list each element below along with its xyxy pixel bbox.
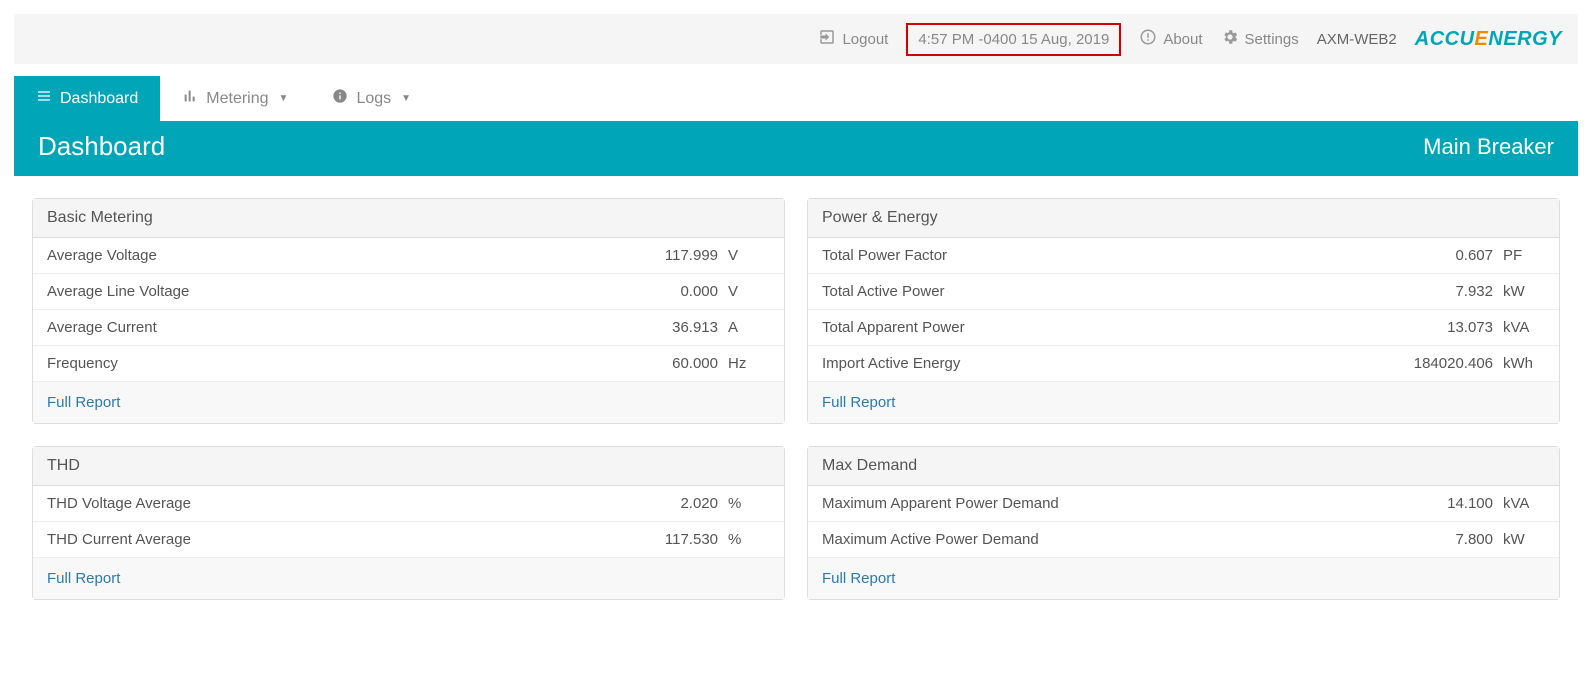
metric-value: 60.000 bbox=[628, 355, 728, 372]
metric-value: 36.913 bbox=[628, 319, 728, 336]
logout-button[interactable]: Logout bbox=[818, 28, 888, 50]
bar-chart-icon bbox=[182, 88, 198, 109]
metric-label: Average Line Voltage bbox=[47, 283, 628, 300]
table-row: Import Active Energy 184020.406 kWh bbox=[808, 346, 1559, 382]
panel-footer: Full Report bbox=[33, 382, 784, 423]
table-row: Total Power Factor 0.607 PF bbox=[808, 238, 1559, 274]
metric-unit: kW bbox=[1503, 531, 1545, 548]
metric-value: 14.100 bbox=[1403, 495, 1503, 512]
panel-max-demand: Max Demand Maximum Apparent Power Demand… bbox=[807, 446, 1560, 600]
datetime-display: 4:57 PM -0400 15 Aug, 2019 bbox=[906, 23, 1121, 56]
metric-label: Import Active Energy bbox=[822, 355, 1403, 372]
metric-label: Total Apparent Power bbox=[822, 319, 1403, 336]
tab-logs-label: Logs bbox=[356, 90, 391, 108]
table-row: THD Current Average 117.530 % bbox=[33, 522, 784, 558]
table-row: Total Apparent Power 13.073 kVA bbox=[808, 310, 1559, 346]
device-name: AXM-WEB2 bbox=[1317, 31, 1397, 48]
settings-button[interactable]: Settings bbox=[1221, 28, 1299, 50]
settings-label: Settings bbox=[1245, 31, 1299, 48]
tab-logs[interactable]: Logs ▼ bbox=[310, 76, 433, 121]
panel-footer: Full Report bbox=[33, 558, 784, 599]
panel-title: Power & Energy bbox=[808, 199, 1559, 238]
table-row: Total Active Power 7.932 kW bbox=[808, 274, 1559, 310]
metric-value: 117.530 bbox=[628, 531, 728, 548]
top-bar: Logout 4:57 PM -0400 15 Aug, 2019 About … bbox=[14, 14, 1578, 64]
logout-label: Logout bbox=[842, 31, 888, 48]
metric-unit: kVA bbox=[1503, 495, 1545, 512]
metric-unit: kWh bbox=[1503, 355, 1545, 372]
metric-label: Total Power Factor bbox=[822, 247, 1403, 264]
metric-unit: % bbox=[728, 495, 770, 512]
gear-icon bbox=[1221, 28, 1239, 50]
table-row: Maximum Active Power Demand 7.800 kW bbox=[808, 522, 1559, 558]
nav-tabs: Dashboard Metering ▼ Logs ▼ bbox=[14, 64, 1578, 121]
full-report-link[interactable]: Full Report bbox=[822, 394, 895, 411]
chevron-down-icon: ▼ bbox=[401, 93, 411, 104]
metric-value: 0.607 bbox=[1403, 247, 1503, 264]
metric-unit: V bbox=[728, 247, 770, 264]
full-report-link[interactable]: Full Report bbox=[47, 394, 120, 411]
metric-label: Maximum Active Power Demand bbox=[822, 531, 1403, 548]
metric-unit: kW bbox=[1503, 283, 1545, 300]
about-button[interactable]: About bbox=[1139, 28, 1202, 50]
metric-value: 7.932 bbox=[1403, 283, 1503, 300]
metric-label: Maximum Apparent Power Demand bbox=[822, 495, 1403, 512]
metric-value: 117.999 bbox=[628, 247, 728, 264]
table-row: THD Voltage Average 2.020 % bbox=[33, 486, 784, 522]
table-row: Maximum Apparent Power Demand 14.100 kVA bbox=[808, 486, 1559, 522]
tab-metering[interactable]: Metering ▼ bbox=[160, 76, 310, 121]
tab-dashboard[interactable]: Dashboard bbox=[14, 76, 160, 121]
panel-title: Basic Metering bbox=[33, 199, 784, 238]
panel-basic-metering: Basic Metering Average Voltage 117.999 V… bbox=[32, 198, 785, 424]
metric-label: Average Current bbox=[47, 319, 628, 336]
metric-value: 184020.406 bbox=[1403, 355, 1503, 372]
brand-logo: ACCUENERGY bbox=[1415, 28, 1562, 51]
metric-unit: V bbox=[728, 283, 770, 300]
metric-label: Total Active Power bbox=[822, 283, 1403, 300]
table-row: Average Voltage 117.999 V bbox=[33, 238, 784, 274]
about-label: About bbox=[1163, 31, 1202, 48]
dashboard-content: Basic Metering Average Voltage 117.999 V… bbox=[0, 176, 1592, 630]
list-icon bbox=[36, 88, 52, 109]
metric-value: 13.073 bbox=[1403, 319, 1503, 336]
metric-label: Average Voltage bbox=[47, 247, 628, 264]
metric-unit: A bbox=[728, 319, 770, 336]
info-icon bbox=[1139, 28, 1157, 50]
location-label: Main Breaker bbox=[1423, 134, 1554, 160]
metric-unit: Hz bbox=[728, 355, 770, 372]
panel-title: Max Demand bbox=[808, 447, 1559, 486]
metric-value: 7.800 bbox=[1403, 531, 1503, 548]
metric-unit: kVA bbox=[1503, 319, 1545, 336]
panel-power-energy: Power & Energy Total Power Factor 0.607 … bbox=[807, 198, 1560, 424]
page-title: Dashboard bbox=[38, 131, 165, 162]
table-row: Average Current 36.913 A bbox=[33, 310, 784, 346]
metric-unit: % bbox=[728, 531, 770, 548]
full-report-link[interactable]: Full Report bbox=[822, 570, 895, 587]
tab-metering-label: Metering bbox=[206, 90, 268, 108]
panel-thd: THD THD Voltage Average 2.020 % THD Curr… bbox=[32, 446, 785, 600]
panel-footer: Full Report bbox=[808, 558, 1559, 599]
full-report-link[interactable]: Full Report bbox=[47, 570, 120, 587]
table-row: Average Line Voltage 0.000 V bbox=[33, 274, 784, 310]
metric-label: THD Current Average bbox=[47, 531, 628, 548]
panel-title: THD bbox=[33, 447, 784, 486]
tab-dashboard-label: Dashboard bbox=[60, 90, 138, 108]
info-circle-icon bbox=[332, 88, 348, 109]
panel-footer: Full Report bbox=[808, 382, 1559, 423]
page-header: Dashboard Main Breaker bbox=[14, 121, 1578, 176]
metric-value: 0.000 bbox=[628, 283, 728, 300]
metric-label: THD Voltage Average bbox=[47, 495, 628, 512]
metric-unit: PF bbox=[1503, 247, 1545, 264]
metric-value: 2.020 bbox=[628, 495, 728, 512]
logout-icon bbox=[818, 28, 836, 50]
table-row: Frequency 60.000 Hz bbox=[33, 346, 784, 382]
metric-label: Frequency bbox=[47, 355, 628, 372]
chevron-down-icon: ▼ bbox=[279, 93, 289, 104]
